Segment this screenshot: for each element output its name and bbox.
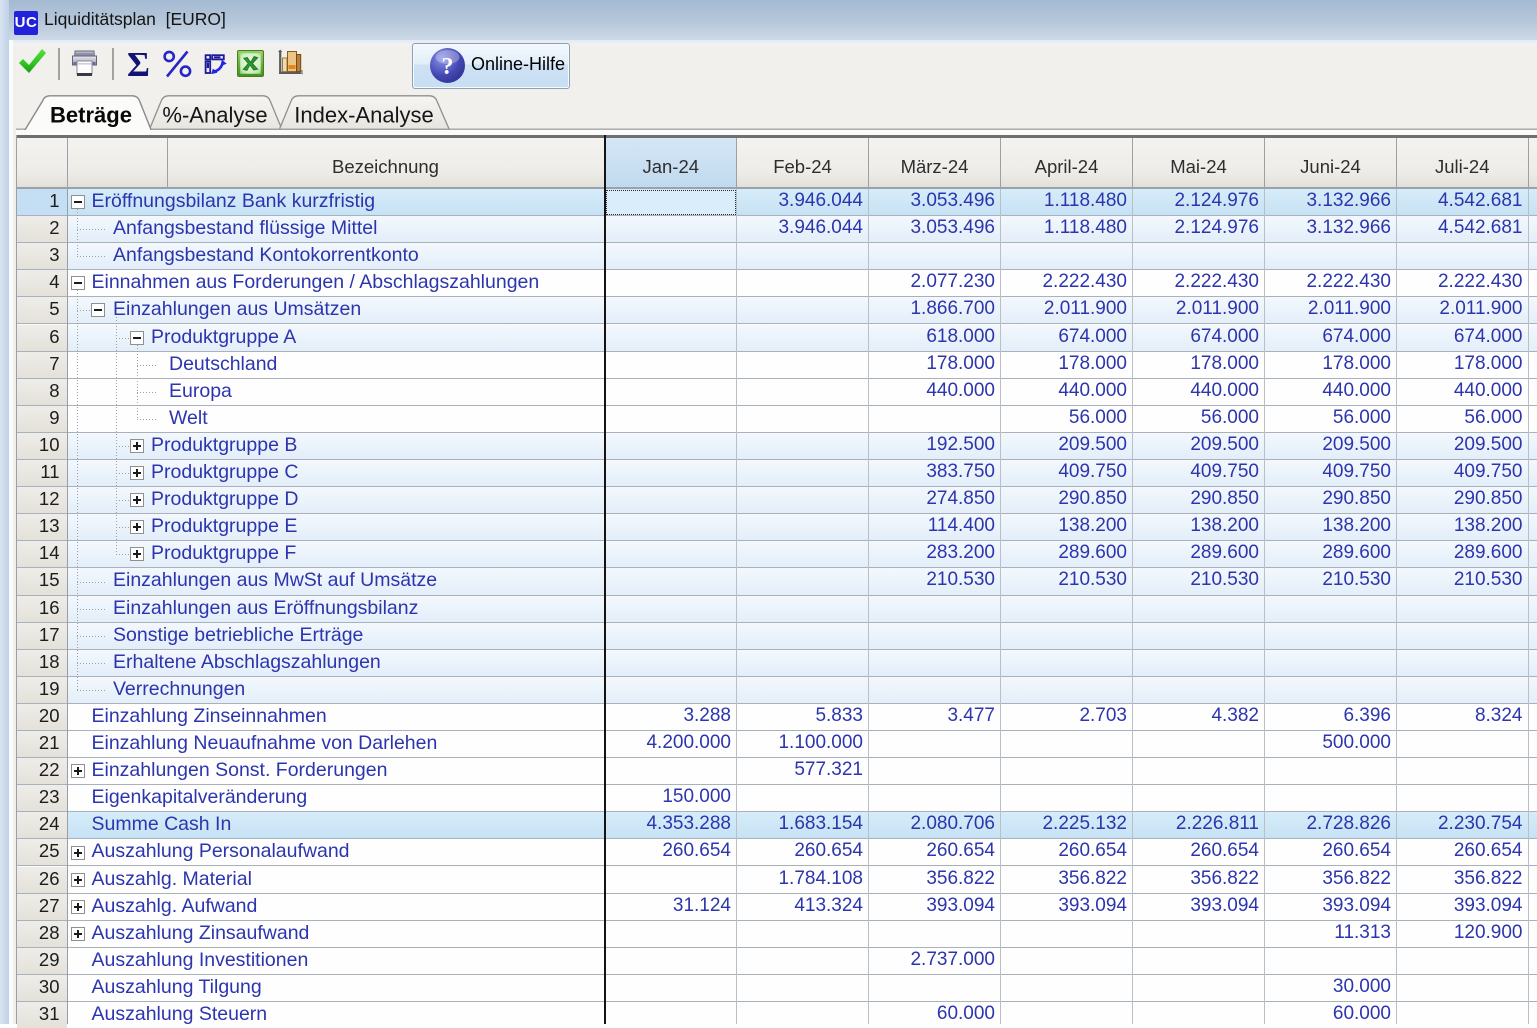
svg-text:Index-Analyse: Index-Analyse xyxy=(294,103,433,128)
svg-text:Beträge: Beträge xyxy=(50,103,132,128)
svg-text:%-Analyse: %-Analyse xyxy=(162,103,267,128)
